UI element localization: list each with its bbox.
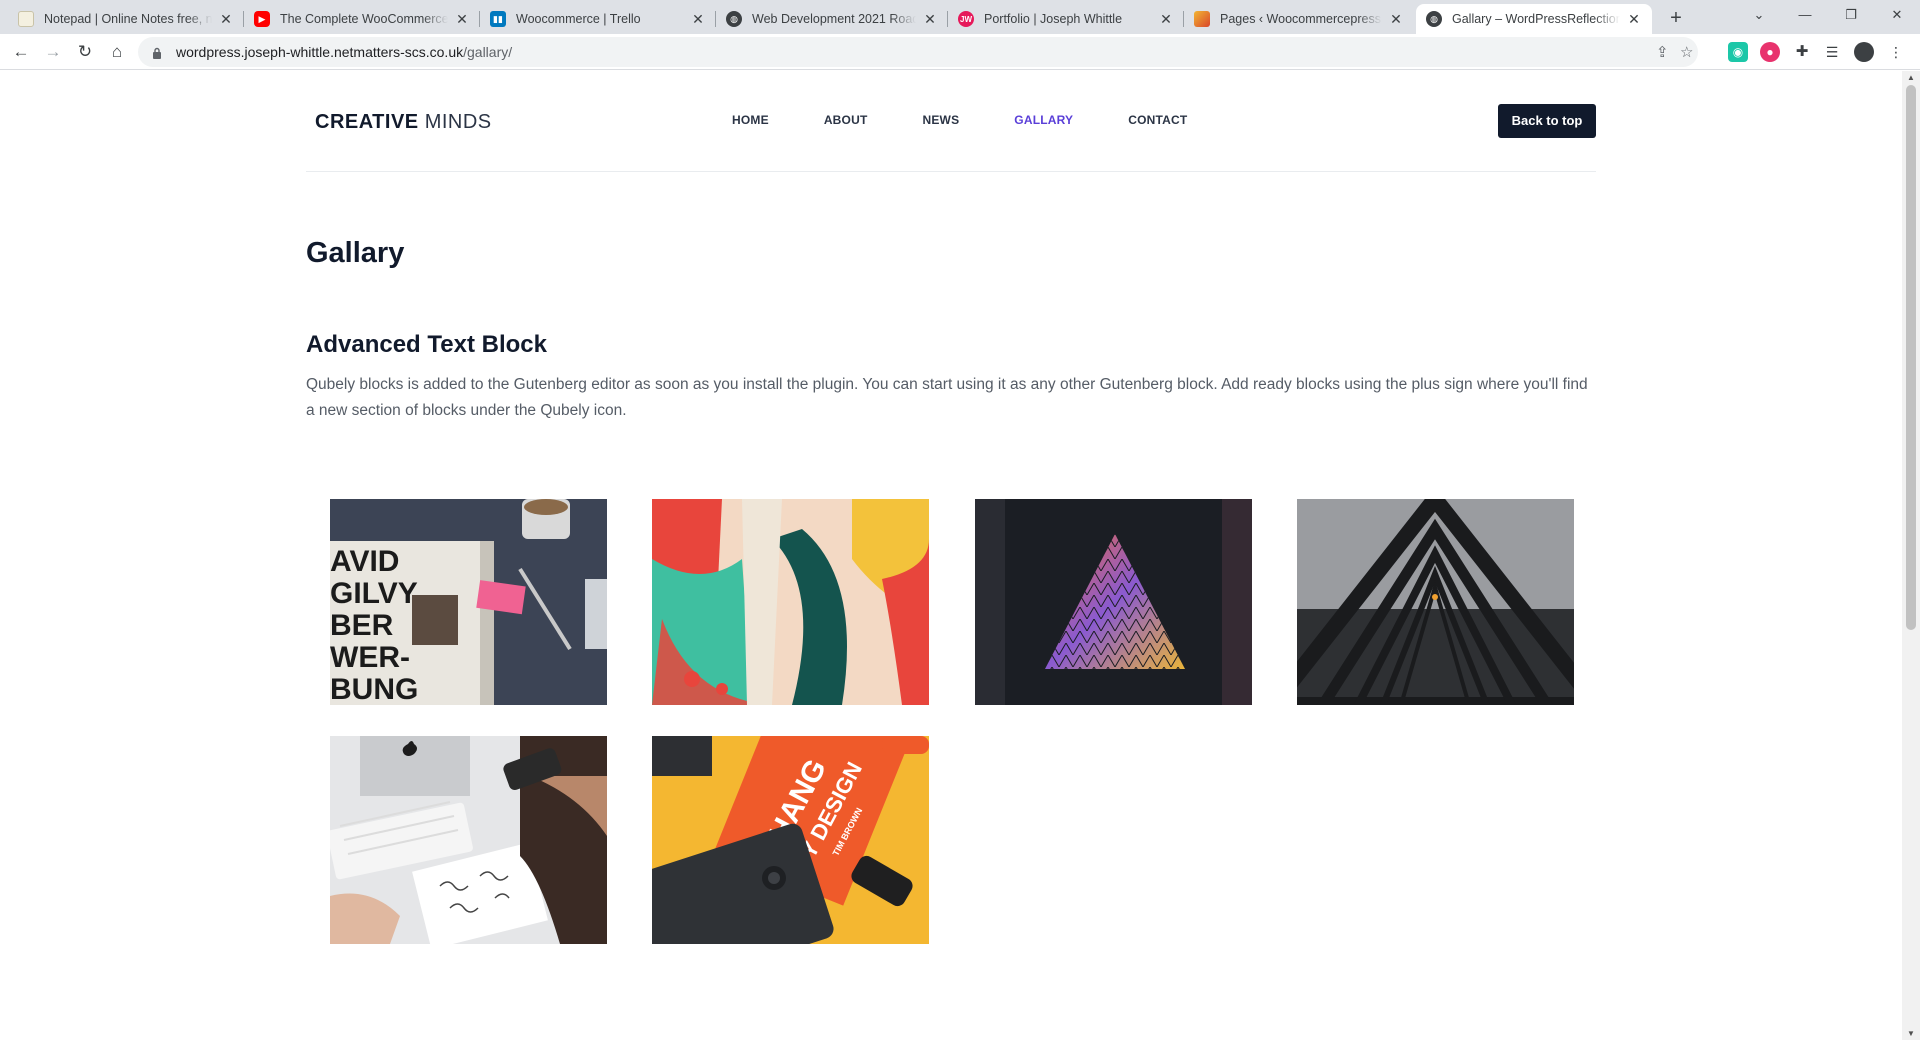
close-tab-icon[interactable]: ✕ xyxy=(454,11,470,28)
new-tab-button[interactable]: + xyxy=(1662,5,1690,33)
page-scrollbar[interactable]: ▲ ▼ xyxy=(1902,71,1920,1040)
advanced-text-block-heading: Advanced Text Block xyxy=(306,331,547,358)
close-tab-icon[interactable]: ✕ xyxy=(690,11,706,28)
site-logo[interactable]: CREATIVE MINDS xyxy=(315,111,492,134)
tab-gallary[interactable]: ◍ Gallary – WordPressReflection ✕ xyxy=(1416,4,1652,34)
close-tab-icon[interactable]: ✕ xyxy=(1388,11,1404,28)
url-text: wordpress.joseph-whittle.netmatters-scs.… xyxy=(176,44,512,60)
nav-about[interactable]: ABOUT xyxy=(824,113,868,127)
notepad-icon xyxy=(18,11,34,27)
forward-arrow-icon[interactable]: → xyxy=(40,39,66,65)
browser-toolbar: ← → ↻ ⌂ wordpress.joseph-whittle.netmatt… xyxy=(0,34,1920,70)
tab-title: Portfolio | Joseph Whittle xyxy=(984,12,1123,26)
gallery-image-book-desk[interactable]: AVID GILVY BER WER- BUNG xyxy=(330,499,607,705)
page-viewport: CREATIVE MINDS HOME ABOUT NEWS GALLARY C… xyxy=(0,71,1902,1040)
tab-youtube[interactable]: ▶ The Complete WooCommerce T ✕ xyxy=(244,4,480,34)
svg-text:AVID: AVID xyxy=(330,545,399,578)
restore-button[interactable]: ❐ xyxy=(1828,0,1874,30)
globe-icon: ◍ xyxy=(726,11,742,27)
extensions-puzzle-icon[interactable]: ✚ xyxy=(1792,42,1812,62)
svg-text:BER: BER xyxy=(330,609,394,642)
nav-contact[interactable]: CONTACT xyxy=(1128,113,1187,127)
profile-avatar[interactable] xyxy=(1854,42,1874,62)
reading-list-icon[interactable]: ☰ xyxy=(1822,42,1842,62)
back-arrow-icon[interactable]: ← xyxy=(8,39,34,65)
svg-text:WER-: WER- xyxy=(330,641,410,674)
reload-icon[interactable]: ↻ xyxy=(72,39,98,65)
url-path: /gallary/ xyxy=(463,44,513,60)
extension-record-icon[interactable]: ● xyxy=(1760,42,1780,62)
share-icon[interactable]: ⇪ xyxy=(1656,43,1669,61)
back-to-top-button[interactable]: Back to top xyxy=(1498,104,1596,138)
gallery-image-abstract-painting[interactable] xyxy=(652,499,929,705)
globe-icon: ◍ xyxy=(1426,11,1442,27)
page-title: Gallary xyxy=(306,237,405,269)
home-icon[interactable]: ⌂ xyxy=(104,39,130,65)
close-window-button[interactable]: ✕ xyxy=(1874,0,1920,30)
jw-icon: JW xyxy=(958,11,974,27)
close-tab-icon[interactable]: ✕ xyxy=(922,11,938,28)
tab-trello[interactable]: ▮▮ Woocommerce | Trello ✕ xyxy=(480,4,716,34)
lock-icon xyxy=(152,46,162,59)
tab-wp-pages[interactable]: Pages ‹ WoocommercepressRefl ✕ xyxy=(1184,4,1414,34)
minimize-button[interactable]: — xyxy=(1782,0,1828,30)
scrollbar-thumb[interactable] xyxy=(1906,85,1916,630)
browser-menu-icon[interactable]: ⋮ xyxy=(1886,42,1906,62)
logo-light-text: MINDS xyxy=(424,111,492,133)
svg-text:GILVY: GILVY xyxy=(330,577,418,610)
extension-icon[interactable]: ◉ xyxy=(1728,42,1748,62)
tab-search-icon[interactable]: ⌄ xyxy=(1736,0,1782,30)
address-bar[interactable]: wordpress.joseph-whittle.netmatters-scs.… xyxy=(138,37,1698,67)
close-tab-icon[interactable]: ✕ xyxy=(218,11,234,28)
tab-title: Gallary – WordPressReflection xyxy=(1452,12,1620,26)
scroll-down-arrow-icon[interactable]: ▼ xyxy=(1906,1029,1916,1038)
youtube-icon: ▶ xyxy=(254,11,270,27)
gallery-image-triangle-tunnel[interactable] xyxy=(1297,499,1574,705)
scroll-up-arrow-icon[interactable]: ▲ xyxy=(1906,73,1916,82)
site-header: CREATIVE MINDS HOME ABOUT NEWS GALLARY C… xyxy=(306,71,1596,172)
nav-news[interactable]: NEWS xyxy=(922,113,959,127)
close-tab-icon[interactable]: ✕ xyxy=(1158,11,1174,28)
tab-title: Notepad | Online Notes free, no xyxy=(44,12,212,26)
wordpress-icon xyxy=(1194,11,1210,27)
gallery-image-glowing-triangle[interactable] xyxy=(975,499,1252,705)
close-tab-icon[interactable]: ✕ xyxy=(1626,11,1642,28)
tab-title: Woocommerce | Trello xyxy=(516,12,641,26)
gallery-image-change-by-design[interactable]: CHANG BY DESIGN TIM BROWN xyxy=(652,736,929,944)
tab-title: Web Development 2021 Roadm xyxy=(752,12,916,26)
trello-icon: ▮▮ xyxy=(490,11,506,27)
logo-bold-text: CREATIVE xyxy=(315,111,419,133)
tab-portfolio[interactable]: JW Portfolio | Joseph Whittle ✕ xyxy=(948,4,1184,34)
nav-home[interactable]: HOME xyxy=(732,113,769,127)
svg-text:BUNG: BUNG xyxy=(330,673,418,705)
tab-roadmap[interactable]: ◍ Web Development 2021 Roadm ✕ xyxy=(716,4,948,34)
browser-tab-strip: Notepad | Online Notes free, no ✕ ▶ The … xyxy=(0,0,1920,34)
gallery-image-hand-lettering[interactable] xyxy=(330,736,607,944)
tab-title: Pages ‹ WoocommercepressRefl xyxy=(1220,12,1382,26)
tab-title: The Complete WooCommerce T xyxy=(280,12,448,26)
url-host: wordpress.joseph-whittle.netmatters-scs.… xyxy=(176,44,464,60)
advanced-text-block-paragraph: Qubely blocks is added to the Gutenberg … xyxy=(306,376,1588,419)
tab-notepad[interactable]: Notepad | Online Notes free, no ✕ xyxy=(8,4,244,34)
bookmark-star-icon[interactable]: ☆ xyxy=(1680,43,1693,61)
main-nav: HOME ABOUT NEWS GALLARY CONTACT xyxy=(732,113,1242,127)
nav-gallary[interactable]: GALLARY xyxy=(1014,113,1073,127)
